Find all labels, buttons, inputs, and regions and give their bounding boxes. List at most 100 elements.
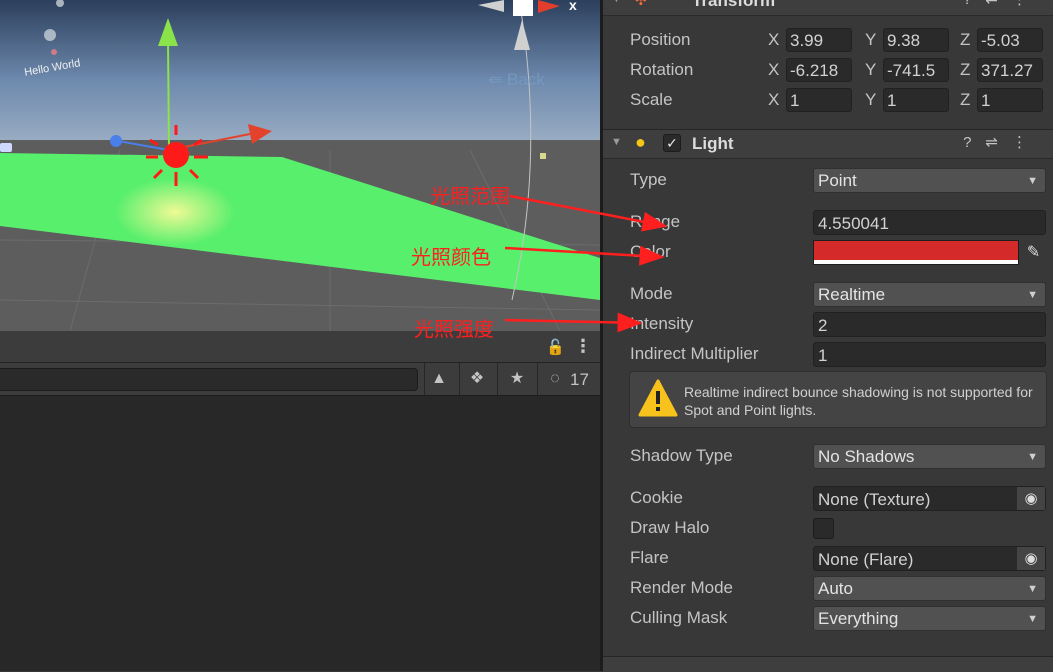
next-component-header[interactable]	[603, 656, 1053, 672]
component-menu-icon[interactable]: ⋮	[1012, 134, 1041, 151]
z-axis-handle	[110, 135, 122, 147]
position-z-field[interactable]: -5.03	[977, 28, 1043, 52]
axis-y-label: Y	[865, 30, 877, 49]
shadow-type-label: Shadow Type	[630, 446, 733, 465]
color-label: Color	[630, 242, 671, 261]
object-picker-icon[interactable]: ◉	[1016, 487, 1045, 510]
presets-icon[interactable]: ⇌	[985, 0, 1012, 8]
flare-label: Flare	[630, 548, 669, 567]
lock-icon[interactable]: 🔓	[546, 338, 565, 356]
scene-view[interactable]: Hello World ⇚ Back x	[0, 0, 600, 331]
annotation-color: 光照颜色	[411, 247, 491, 269]
warning-icon	[638, 379, 678, 417]
back-label[interactable]: ⇚ Back	[488, 70, 545, 90]
help-icon[interactable]: ?	[963, 0, 985, 8]
cookie-label: Cookie	[630, 488, 683, 507]
transform-header[interactable]: ▼ ✣ Transform ?⇌⋮	[603, 0, 1053, 16]
draw-halo-checkbox[interactable]	[813, 518, 834, 539]
axis-y-label: Y	[865, 90, 877, 109]
transform-icon: ✣	[635, 0, 647, 8]
panel-header: 🔓 ⋮	[0, 331, 600, 363]
toolbar-divider	[459, 363, 460, 395]
filter-by-type-icon[interactable]: ▲	[425, 367, 453, 391]
culling-mask-dropdown[interactable]: Everything ▼	[813, 606, 1046, 631]
mode-dropdown[interactable]: Realtime ▼	[813, 282, 1046, 307]
gizmo-x-label[interactable]: x	[569, 0, 577, 13]
flare-value: None (Flare)	[818, 550, 914, 569]
back-arrow-icon: ⇚	[488, 70, 503, 89]
render-mode-dropdown[interactable]: Auto ▼	[813, 576, 1046, 601]
fold-arrow-icon[interactable]: ▼	[611, 136, 622, 148]
light-header[interactable]: ▼ ● ✓ Light ?⇌⋮	[603, 129, 1053, 159]
search-input[interactable]	[0, 368, 418, 391]
intensity-field[interactable]: 2	[813, 312, 1046, 337]
scale-y-field[interactable]: 1	[883, 88, 949, 112]
scene-render	[0, 0, 600, 331]
toolbar-divider	[537, 363, 538, 395]
axis-y-label: Y	[865, 60, 877, 79]
shadow-type-value: No Shadows	[818, 447, 915, 466]
help-icon[interactable]: ?	[963, 134, 985, 151]
shadow-type-dropdown[interactable]: No Shadows ▼	[813, 444, 1046, 469]
scale-label: Scale	[630, 90, 673, 109]
component-menu-icon[interactable]: ⋮	[1012, 0, 1041, 8]
scale-z-field[interactable]: 1	[977, 88, 1043, 112]
component-title: Transform	[692, 0, 776, 10]
eyedropper-icon[interactable]: ✎	[1021, 240, 1046, 265]
rotation-y-field[interactable]: -741.5	[883, 58, 949, 82]
inspector-panel: ▼ ✣ Transform ?⇌⋮ Position X 3.99 Y 9.38…	[603, 0, 1053, 672]
rotation-x-field[interactable]: -6.218	[786, 58, 852, 82]
hidden-objects-icon[interactable]: ◌	[540, 367, 570, 391]
mode-label: Mode	[630, 284, 673, 303]
object-picker-icon[interactable]: ◉	[1016, 547, 1045, 570]
annotation-intensity: 光照强度	[414, 319, 494, 341]
presets-icon[interactable]: ⇌	[985, 134, 1012, 151]
axis-z-label: Z	[960, 60, 971, 79]
chevron-down-icon: ▼	[1027, 583, 1038, 595]
favorites-icon[interactable]: ★	[503, 367, 531, 391]
rotation-label: Rotation	[630, 60, 694, 79]
culling-mask-value: Everything	[818, 609, 899, 628]
component-header-icons: ?⇌⋮	[963, 0, 1041, 8]
component-title: Light	[692, 134, 734, 153]
chevron-down-icon: ▼	[1027, 175, 1038, 187]
axis-x-label: X	[768, 60, 780, 79]
range-label: Range	[630, 212, 681, 231]
render-mode-value: Auto	[818, 579, 853, 598]
type-dropdown[interactable]: Point ▼	[813, 168, 1046, 193]
render-mode-label: Render Mode	[630, 578, 734, 597]
annotation-range: 光照范围	[430, 186, 510, 208]
fold-arrow-icon[interactable]: ▼	[611, 0, 622, 5]
cookie-value: None (Texture)	[818, 490, 931, 509]
alpha-bar	[814, 260, 1018, 264]
position-label: Position	[630, 30, 691, 49]
indirect-multiplier-label: Indirect Multiplier	[630, 344, 759, 363]
axis-z-label: Z	[960, 30, 971, 49]
hierarchy-panel: 🔓 ⋮ ▲ ❖ ★ ◌ 17	[0, 331, 600, 671]
chevron-down-icon: ▼	[1027, 451, 1038, 463]
position-y-field[interactable]: 9.38	[883, 28, 949, 52]
color-swatch[interactable]	[813, 240, 1019, 265]
type-label: Type	[630, 170, 667, 189]
filter-by-label-icon[interactable]: ❖	[463, 367, 491, 391]
axis-x-label: X	[768, 30, 780, 49]
back-text: Back	[506, 70, 545, 89]
indirect-multiplier-field[interactable]: 1	[813, 342, 1046, 367]
axis-x-label: X	[768, 90, 780, 109]
flare-field[interactable]: None (Flare) ◉	[813, 546, 1046, 571]
kebab-menu-icon[interactable]: ⋮	[574, 336, 592, 357]
position-x-field[interactable]: 3.99	[786, 28, 852, 52]
hidden-count: 17	[570, 370, 589, 389]
cookie-field[interactable]: None (Texture) ◉	[813, 486, 1046, 511]
component-header-icons: ?⇌⋮	[963, 133, 1041, 151]
light-bulb-icon: ●	[635, 132, 646, 152]
point-light-icon	[163, 142, 189, 168]
type-value: Point	[818, 171, 857, 190]
draw-halo-label: Draw Halo	[630, 518, 710, 537]
range-field[interactable]: 4.550041	[813, 210, 1046, 235]
light-enabled-checkbox[interactable]: ✓	[663, 134, 681, 152]
rotation-z-field[interactable]: 371.27	[977, 58, 1043, 82]
chevron-down-icon: ▼	[1027, 289, 1038, 301]
chevron-down-icon: ▼	[1027, 613, 1038, 625]
scale-x-field[interactable]: 1	[786, 88, 852, 112]
